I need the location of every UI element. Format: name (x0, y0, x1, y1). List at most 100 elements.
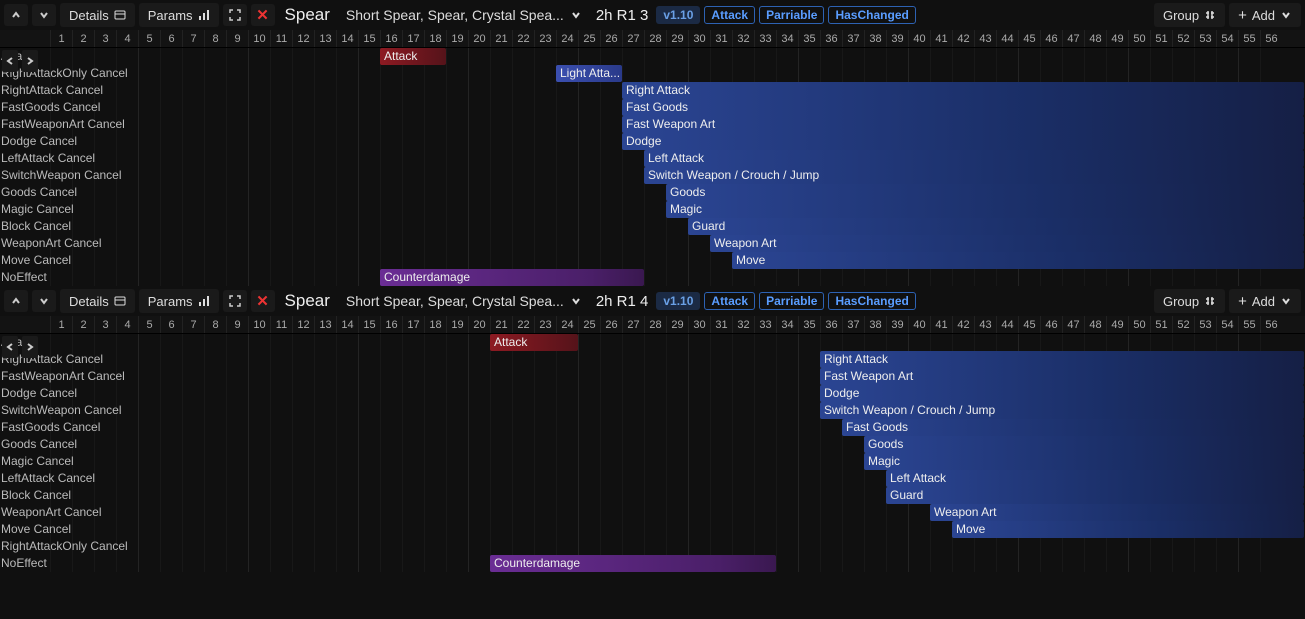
params-button[interactable]: Params (139, 3, 219, 27)
timeline-bar[interactable]: Goods (864, 436, 1304, 453)
tag-attack: Attack (704, 292, 755, 310)
timeline-bar[interactable]: Right Attack (820, 351, 1304, 368)
frame-tick: 44 (996, 316, 1018, 333)
tag-haschanged: HasChanged (828, 6, 915, 24)
timeline-bar[interactable]: Right Attack (622, 82, 1304, 99)
frame-tick: 35 (798, 316, 820, 333)
frame-tick: 42 (952, 30, 974, 47)
frame-tick: 2 (72, 316, 94, 333)
timeline-row: WeaponArt Cancel Weapon Art (0, 504, 1305, 521)
row-label: FastWeaponArt Cancel (0, 116, 125, 133)
timeline-bar[interactable]: Counterdamage (380, 269, 644, 286)
timeline-bar[interactable]: Light Atta... (556, 65, 622, 82)
row-label: RightAttackOnly Cancel (0, 538, 128, 555)
timeline-bar[interactable]: Fast Goods (622, 99, 1304, 116)
timeline-bar[interactable]: Guard (886, 487, 1304, 504)
row-label: Block Cancel (0, 218, 71, 235)
frame-tick: 46 (1040, 30, 1062, 47)
frame-tick: 7 (182, 30, 204, 47)
weapon-dropdown[interactable]: Short Spear, Spear, Crystal Spea... (340, 4, 588, 26)
frame-tick: 50 (1128, 30, 1150, 47)
timeline-bar[interactable]: Goods (666, 184, 1304, 201)
details-button[interactable]: Details (60, 3, 135, 27)
caret-up-icon[interactable] (4, 290, 28, 312)
add-button[interactable]: +Add (1229, 3, 1301, 27)
frame-tick: 41 (930, 30, 952, 47)
details-label: Details (69, 294, 109, 309)
frame-tick: 29 (666, 316, 688, 333)
frame-tick: 44 (996, 30, 1018, 47)
frame-tick: 46 (1040, 316, 1062, 333)
caret-up-icon[interactable] (4, 4, 28, 26)
timeline-bar[interactable]: Weapon Art (930, 504, 1304, 521)
frame-tick: 33 (754, 30, 776, 47)
timeline-bar[interactable]: Magic (666, 201, 1304, 218)
frame-tick: 47 (1062, 316, 1084, 333)
row-label: SwitchWeapon Cancel (0, 167, 122, 184)
frame-tick: 3 (94, 30, 116, 47)
timeline-bar[interactable]: Counterdamage (490, 555, 776, 572)
timeline-bar[interactable]: Attack (380, 48, 446, 65)
frame-tick: 5 (138, 316, 160, 333)
timeline-bar[interactable]: Dodge (820, 385, 1304, 402)
row-label: SwitchWeapon Cancel (0, 402, 122, 419)
details-button[interactable]: Details (60, 289, 135, 313)
timeline-bar[interactable]: Move (952, 521, 1304, 538)
timeline-bar[interactable]: Dodge (622, 133, 1304, 150)
row-label: Magic Cancel (0, 201, 74, 218)
group-button[interactable]: Group (1154, 289, 1225, 313)
frame-tick: 22 (512, 316, 534, 333)
caret-down-icon[interactable] (32, 4, 56, 26)
timeline-bar[interactable]: Switch Weapon / Crouch / Jump (644, 167, 1304, 184)
timeline-bar[interactable]: Magic (864, 453, 1304, 470)
details-label: Details (69, 8, 109, 23)
frame-tick: 28 (644, 30, 666, 47)
frame-ruler: 1234567891011121314151617181920212223242… (0, 30, 1305, 48)
frame-tick: 25 (578, 30, 600, 47)
row-label: LeftAttack Cancel (0, 470, 95, 487)
timeline-panel: Details Params ✕ Spear Short Spear, Spea… (0, 0, 1305, 286)
weapon-dropdown[interactable]: Short Spear, Spear, Crystal Spea... (340, 290, 588, 312)
expand-icon[interactable] (223, 4, 247, 26)
timeline-bar[interactable]: Guard (688, 218, 1304, 235)
frame-ruler: 1234567891011121314151617181920212223242… (0, 316, 1305, 334)
timeline-bar[interactable]: Fast Goods (842, 419, 1304, 436)
expand-icon[interactable] (223, 290, 247, 312)
tag-parriable: Parriable (759, 6, 824, 24)
frame-tick: 53 (1194, 316, 1216, 333)
frame-tick: 47 (1062, 30, 1084, 47)
timeline-bar[interactable]: Left Attack (886, 470, 1304, 487)
frame-tick: 27 (622, 30, 644, 47)
frame-tick: 36 (820, 316, 842, 333)
timeline-bar[interactable]: Attack (490, 334, 578, 351)
timeline-bar[interactable]: Switch Weapon / Crouch / Jump (820, 402, 1304, 419)
frame-tick: 52 (1172, 316, 1194, 333)
frame-tick: 20 (468, 30, 490, 47)
timeline-bar[interactable]: Left Attack (644, 150, 1304, 167)
caret-down-icon[interactable] (32, 290, 56, 312)
frame-tick: 17 (402, 316, 424, 333)
frame-tick: 49 (1106, 30, 1128, 47)
row-label: WeaponArt Cancel (0, 504, 102, 521)
frame-tick: 36 (820, 30, 842, 47)
timeline-bar[interactable]: Fast Weapon Art (820, 368, 1304, 385)
scroll-left-icon[interactable] (2, 50, 18, 72)
timeline-bar[interactable]: Move (732, 252, 1304, 269)
weapon-list-label: Short Spear, Spear, Crystal Spea... (346, 293, 564, 309)
scroll-right-icon[interactable] (22, 50, 38, 72)
close-icon[interactable]: ✕ (251, 4, 275, 26)
timeline-row: Magic Cancel Magic (0, 201, 1305, 218)
timeline-row: RightAttack Cancel Right Attack (0, 82, 1305, 99)
frame-tick: 28 (644, 316, 666, 333)
add-button[interactable]: +Add (1229, 289, 1301, 313)
frame-tick: 27 (622, 316, 644, 333)
close-icon[interactable]: ✕ (251, 290, 275, 312)
params-button[interactable]: Params (139, 289, 219, 313)
row-label: Dodge Cancel (0, 385, 77, 402)
timeline-bar[interactable]: Weapon Art (710, 235, 1304, 252)
group-button[interactable]: Group (1154, 3, 1225, 27)
timeline-bar[interactable]: Fast Weapon Art (622, 116, 1304, 133)
scroll-right-icon[interactable] (22, 336, 38, 358)
scroll-left-icon[interactable] (2, 336, 18, 358)
frame-tick: 48 (1084, 30, 1106, 47)
